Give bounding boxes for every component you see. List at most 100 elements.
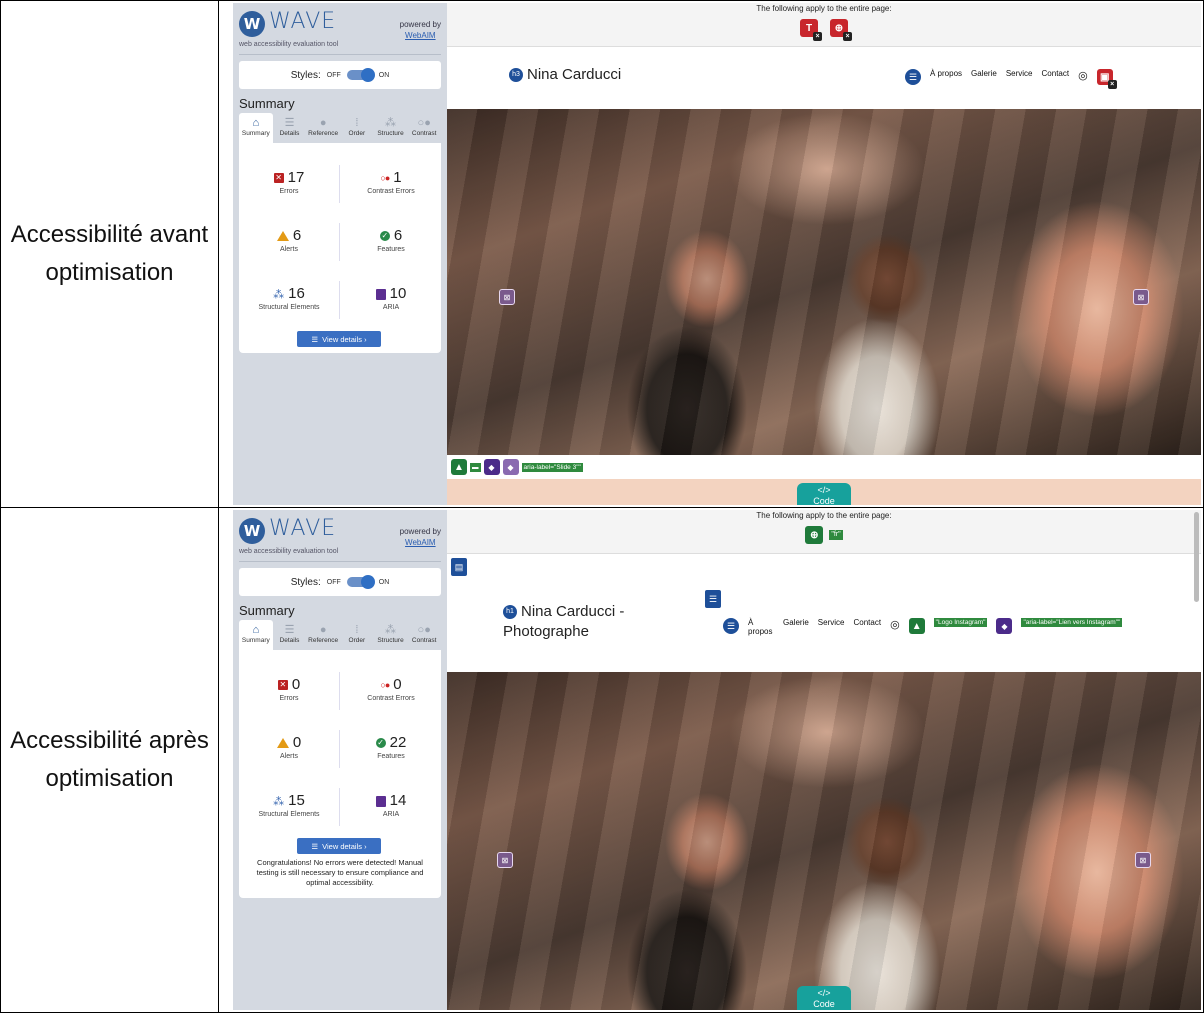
indicator-tag: ▬ (470, 462, 481, 472)
nav-link-service[interactable]: Service (1006, 69, 1033, 78)
page-scrollbar[interactable] (1194, 512, 1199, 602)
tab-reference[interactable]: ● Reference (306, 620, 340, 650)
list-structure-icon[interactable]: ☰ (705, 590, 721, 608)
nav-link-galerie[interactable]: Galerie (971, 69, 997, 78)
code-toggle-button[interactable]: </> Code (797, 483, 851, 505)
divider (339, 730, 340, 768)
stat-alerts[interactable]: 6 Alerts (239, 227, 339, 253)
stat-features[interactable]: ✓ 22 Features (341, 734, 441, 760)
carousel-next-marker-icon[interactable]: ⊠ (1133, 289, 1149, 305)
styles-toggle[interactable] (346, 68, 375, 82)
site-title: h1 Nina Carducci - Photographe (503, 602, 624, 642)
stat-alerts[interactable]: 0 Alerts (239, 734, 339, 760)
page-level-bar: The following apply to the entire page: … (447, 3, 1201, 47)
nav-link-service[interactable]: Service (818, 618, 845, 627)
document-structure-icon[interactable]: ▤ (451, 558, 467, 576)
error-icon: ✕ (273, 173, 284, 184)
tab-structure[interactable]: ⁂ Structure (374, 620, 408, 650)
code-label: Code (813, 999, 835, 1009)
code-label: Code (813, 496, 835, 505)
home-icon: ⌂ (252, 117, 260, 129)
view-details-button[interactable]: ☰ View details › (297, 331, 381, 347)
stat-aria[interactable]: 10 ARIA (341, 285, 441, 311)
aria-label-tag: aria-label="Slide 3"" (521, 462, 583, 472)
info-icon: ● (319, 117, 327, 129)
nav-link-contact[interactable]: Contact (1042, 69, 1070, 78)
webaim-link[interactable]: WebAIM (405, 31, 436, 40)
hero-photo: ⊠ ⊠ (447, 672, 1201, 1010)
tab-label: Summary (241, 130, 270, 137)
stat-value: 14 (389, 792, 407, 809)
tab-label: Structure (377, 637, 404, 644)
list-icon: ☰ (723, 618, 739, 634)
stat-aria[interactable]: 14 ARIA (341, 792, 441, 818)
missing-title-error-icon[interactable]: T (800, 19, 822, 41)
wave-title: WAVE (269, 9, 337, 34)
lang-chip: "fr" (829, 530, 843, 540)
view-details-button[interactable]: ☰ View details › (297, 838, 381, 854)
home-icon: ⌂ (252, 624, 260, 636)
tab-order[interactable]: ⁞ Order (340, 113, 374, 143)
summary-panel: ✕ 0 Errors ○● 0 Contrast Errors 0 Alerts ✓… (239, 650, 441, 898)
feature-icon: ✓ (379, 231, 390, 242)
nav-link-apropos[interactable]: À propos (748, 618, 774, 636)
contrast-error-icon: ○● (380, 173, 390, 184)
aria-label-icon[interactable]: ◆ (483, 459, 500, 475)
stat-structural[interactable]: ⁂ 16 Structural Elements (239, 285, 339, 311)
congrats-message: Congratulations! No errors were detected… (256, 858, 424, 887)
tab-order[interactable]: ⁞ Order (340, 620, 374, 650)
stat-label: Structural Elements (258, 811, 320, 818)
stat-features[interactable]: ✓ 6 Features (341, 227, 441, 253)
logo-alt-tag: "Logo Instagram" (933, 618, 988, 627)
stat-errors[interactable]: ✕ 17 Errors (239, 169, 339, 195)
nav-link-apropos[interactable]: À propos (930, 69, 962, 78)
alt-text-feature-icon[interactable]: ▲ (908, 618, 925, 634)
stat-label: Errors (279, 695, 299, 702)
site-title-text: Nina Carducci (527, 66, 622, 83)
aria-label-icon[interactable]: ◆ (502, 459, 519, 475)
site-nav: ☰ À propos Galerie Service Contact ◎ ▲ "… (723, 618, 1193, 636)
missing-alt-error-icon[interactable]: ▣ (1096, 69, 1117, 89)
tab-details[interactable]: ☰ Details (273, 620, 307, 650)
nav-link-galerie[interactable]: Galerie (783, 618, 809, 627)
stat-contrast[interactable]: ○● 1 Contrast Errors (341, 169, 441, 195)
instagram-icon[interactable]: ◎ (890, 618, 900, 631)
divider (339, 788, 340, 826)
site-nav: ☰ À propos Galerie Service Contact ◎ ▣ (905, 69, 1117, 89)
carousel-prev-marker-icon[interactable]: ⊠ (497, 852, 513, 868)
tab-summary[interactable]: ⌂ Summary (239, 113, 273, 143)
page-level-bar: The following apply to the entire page: … (447, 510, 1201, 554)
stat-structural[interactable]: ⁂ 15 Structural Elements (239, 792, 339, 818)
styles-toggle[interactable] (346, 575, 375, 589)
tab-contrast[interactable]: ○● Contrast (407, 620, 441, 650)
image-feature-icon[interactable]: ▲ (451, 459, 467, 475)
tab-reference[interactable]: ● Reference (306, 113, 340, 143)
aria-icon (375, 288, 386, 300)
powered-by-text: powered by (399, 20, 441, 29)
wave-subtitle: web accessibility evaluation tool (239, 41, 339, 48)
list-icon: ☰ (905, 69, 921, 85)
structure-icon: ⁂ (385, 117, 397, 129)
summary-panel: ✕ 17 Errors ○● 1 Contrast Errors 6 Alerts … (239, 143, 441, 353)
carousel-prev-marker-icon[interactable]: ⊠ (499, 289, 515, 305)
stat-value: 1 (393, 169, 402, 186)
tab-details[interactable]: ☰ Details (273, 113, 307, 143)
tab-summary[interactable]: ⌂ Summary (239, 620, 273, 650)
webaim-link[interactable]: WebAIM (405, 538, 436, 547)
code-toggle-button[interactable]: </> Code (797, 986, 851, 1010)
aria-label-icon[interactable]: ◆ (996, 618, 1013, 634)
divider (339, 165, 340, 203)
row-after: Accessibilité après optimisation W WAVE … (0, 507, 1204, 1013)
tab-contrast[interactable]: ○● Contrast (407, 113, 441, 143)
language-missing-error-icon[interactable]: ⊕ (830, 19, 852, 41)
stat-errors[interactable]: ✕ 0 Errors (239, 676, 339, 702)
tab-label: Reference (308, 637, 339, 644)
tab-structure[interactable]: ⁂ Structure (374, 113, 408, 143)
language-feature-icon[interactable]: ⊕ (805, 526, 824, 544)
nav-link-contact[interactable]: Contact (853, 618, 881, 627)
stat-label: Features (377, 246, 405, 253)
stat-contrast[interactable]: ○● 0 Contrast Errors (341, 676, 441, 702)
site-title-text: Nina Carducci - (521, 603, 625, 620)
carousel-next-marker-icon[interactable]: ⊠ (1135, 852, 1151, 868)
instagram-icon[interactable]: ◎ (1078, 69, 1088, 82)
